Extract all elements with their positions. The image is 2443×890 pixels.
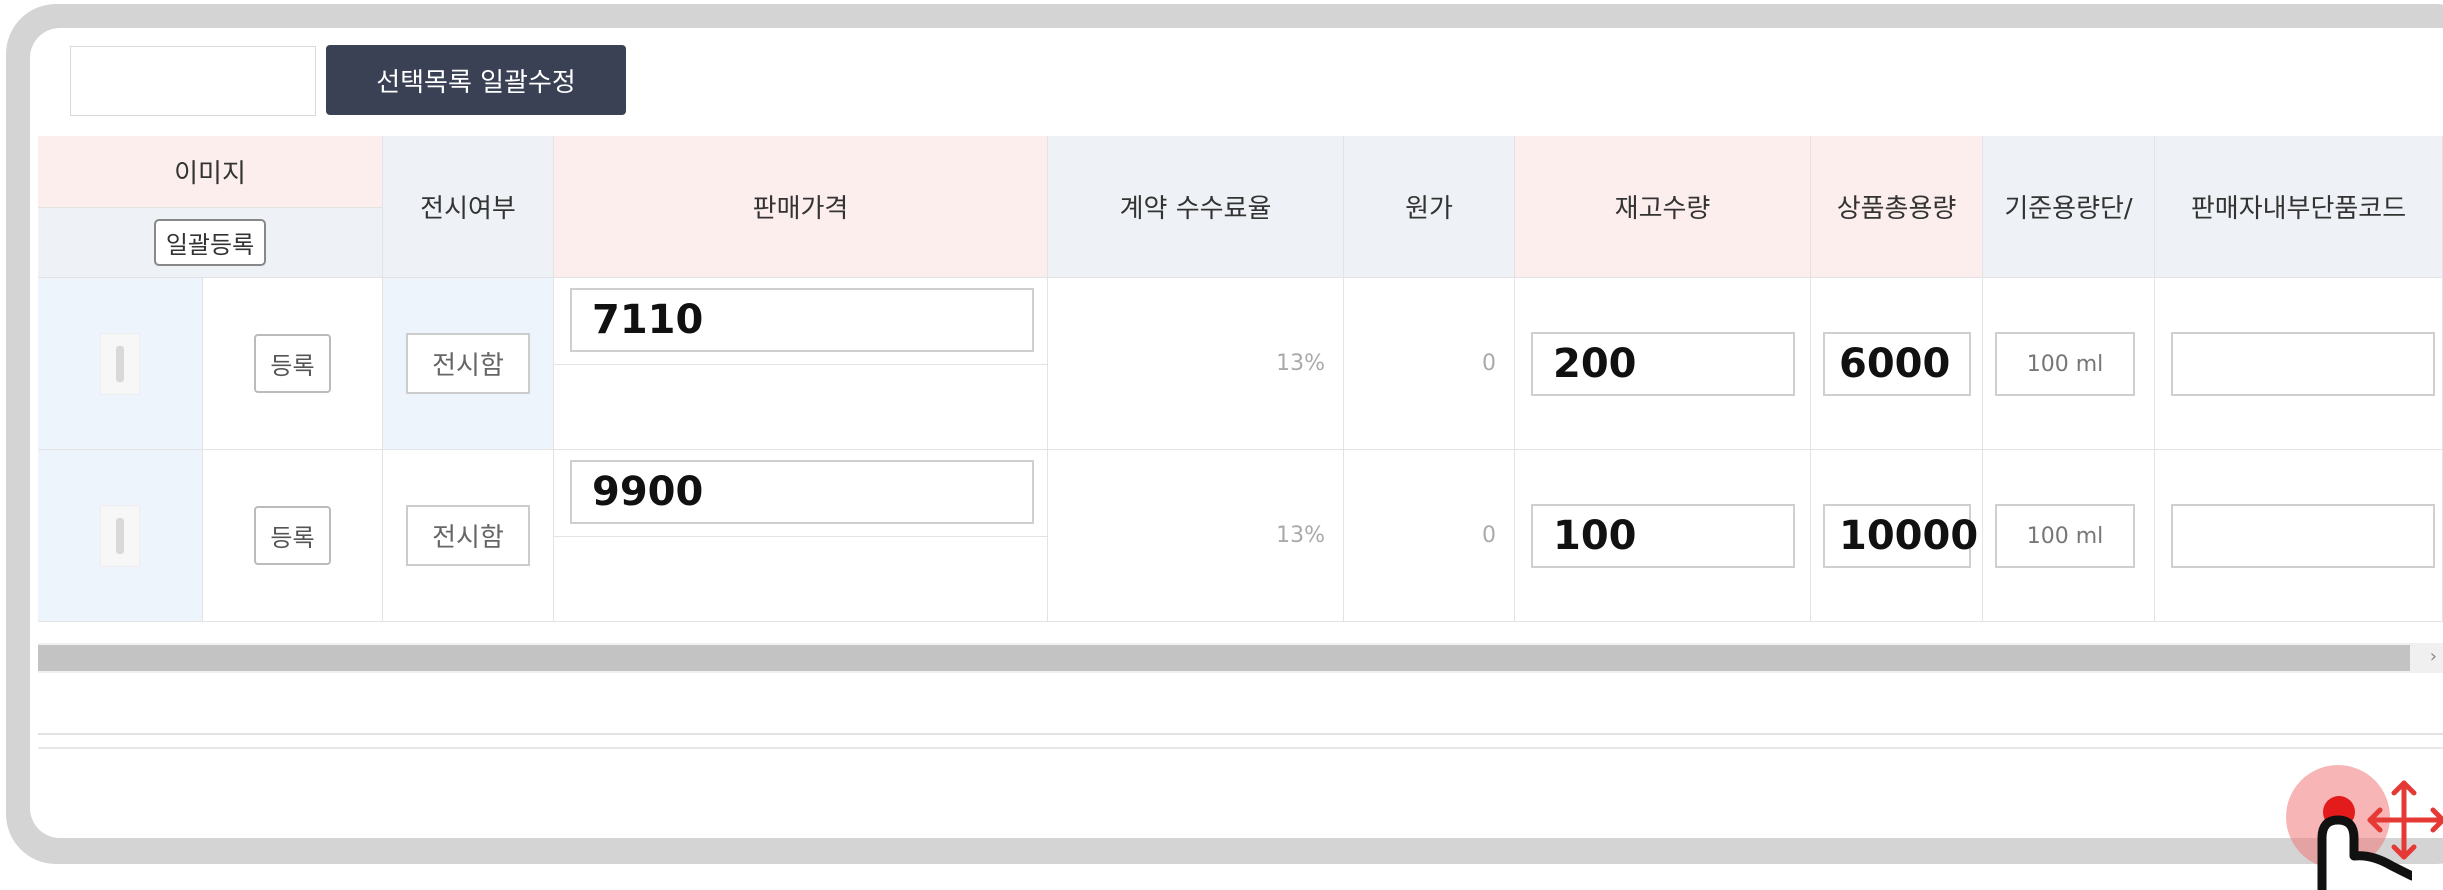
table-row-2-seller-code-cell — [2155, 450, 2443, 622]
register-image-button[interactable]: 등록 — [254, 334, 331, 393]
unit-volume-field[interactable]: 100 ml — [1995, 504, 2135, 568]
scroll-right-arrow-icon[interactable]: › — [2430, 646, 2437, 667]
header-stock: 재고수량 — [1515, 136, 1811, 278]
display-status-select[interactable]: 전시함 — [406, 505, 530, 566]
product-thumbnail[interactable] — [100, 332, 140, 395]
total-volume-input[interactable]: 10000 — [1823, 504, 1978, 568]
seller-code-input[interactable] — [2171, 504, 2435, 568]
display-status-select[interactable]: 전시함 — [406, 333, 530, 394]
price-input[interactable]: 7110 — [570, 288, 1034, 352]
seller-code-input[interactable] — [2171, 332, 2435, 396]
total-volume-input[interactable]: 6000 — [1823, 332, 1971, 396]
table-row-1-total-volume-cell: 6000 — [1811, 278, 1983, 450]
header-commission: 계약 수수료율 — [1048, 136, 1344, 278]
scrollbar-thumb[interactable] — [38, 645, 2410, 671]
cost-value: 0 — [1344, 450, 1515, 622]
table-row-1-stock-cell: 200 — [1515, 278, 1811, 450]
price-cell-divider — [554, 536, 1048, 537]
product-options-panel: 선택목록 일괄수정 이미지 일괄등록 전시여부 판매가격 계약 수수료율 원가 … — [30, 28, 2443, 838]
header-unit-volume: 기준용량단/ — [1983, 136, 2155, 278]
unit-volume-field[interactable]: 100 ml — [1995, 332, 2135, 396]
register-image-button[interactable]: 등록 — [254, 506, 331, 565]
table-row-1-price-cell: 7110 — [554, 278, 1048, 450]
table-row-2-stock-cell: 100 — [1515, 450, 1811, 622]
stock-input[interactable]: 200 — [1531, 332, 1795, 396]
divider — [38, 747, 2443, 749]
table-row-1-display-cell: 전시함 — [383, 278, 554, 450]
header-seller-code: 판매자내부단품코드 — [2155, 136, 2443, 278]
bulk-edit-selected-button[interactable]: 선택목록 일괄수정 — [326, 45, 626, 115]
table-row-2-register-cell: 등록 — [203, 450, 383, 622]
bulk-register-image-button[interactable]: 일괄등록 — [153, 219, 267, 266]
header-price: 판매가격 — [554, 136, 1048, 278]
table-row-1-seller-code-cell — [2155, 278, 2443, 450]
horizontal-scrollbar[interactable]: › — [38, 643, 2443, 673]
header-image: 이미지 — [38, 136, 383, 208]
table-row-1-thumbnail-cell — [38, 278, 203, 450]
header-display: 전시여부 — [383, 136, 554, 278]
header-total-volume: 상품총용량 — [1811, 136, 1983, 278]
price-input[interactable]: 9900 — [570, 460, 1034, 524]
header-cost: 원가 — [1344, 136, 1515, 278]
product-thumbnail[interactable] — [100, 504, 140, 567]
cost-value: 0 — [1344, 278, 1515, 450]
move-arrows-icon — [2367, 780, 2443, 860]
divider — [38, 733, 2443, 735]
table-row-2-display-cell: 전시함 — [383, 450, 554, 622]
table-row-2-total-volume-cell: 10000 — [1811, 450, 1983, 622]
header-image-bulk-cell: 일괄등록 — [38, 208, 383, 278]
table-row-2-thumbnail-cell — [38, 450, 203, 622]
commission-value: 13% — [1048, 450, 1344, 622]
table-row-2-unit-volume-cell: 100 ml — [1983, 450, 2155, 622]
bulk-value-input[interactable] — [70, 46, 316, 116]
table-row-2-price-cell: 9900 — [554, 450, 1048, 622]
table-row-1-register-cell: 등록 — [203, 278, 383, 450]
commission-value: 13% — [1048, 278, 1344, 450]
table-row-1-unit-volume-cell: 100 ml — [1983, 278, 2155, 450]
price-cell-divider — [554, 364, 1048, 365]
stock-input[interactable]: 100 — [1531, 504, 1795, 568]
